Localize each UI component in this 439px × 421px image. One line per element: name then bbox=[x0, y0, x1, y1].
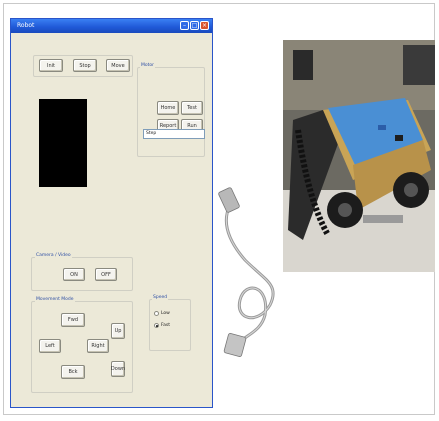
up-button[interactable]: Up bbox=[111, 323, 125, 339]
title-bar: Robot – □ × bbox=[11, 19, 212, 33]
window-controls: – □ × bbox=[180, 21, 209, 30]
stop-button[interactable]: Stop bbox=[73, 59, 97, 72]
window-title: Robot bbox=[17, 22, 35, 29]
speed-option-fast-label: Fast bbox=[161, 323, 171, 328]
left-button[interactable]: Left bbox=[39, 339, 61, 353]
speed-option-low[interactable]: Low bbox=[154, 311, 170, 316]
serial-cable-image bbox=[218, 187, 275, 357]
close-icon[interactable]: × bbox=[200, 21, 209, 30]
app-window: Robot – □ × Init Stop Move Motor Home Te… bbox=[10, 18, 213, 408]
forward-button[interactable]: Fwd bbox=[61, 313, 85, 327]
speed-option-low-label: Low bbox=[161, 311, 170, 316]
step-input[interactable]: Step bbox=[143, 129, 205, 139]
video-display bbox=[39, 99, 87, 187]
speed-option-fast[interactable]: Fast bbox=[154, 323, 170, 328]
radio-low[interactable] bbox=[154, 311, 159, 316]
camera-group-label: Camera / Video bbox=[35, 253, 72, 258]
camera-off-button[interactable]: OFF bbox=[95, 268, 117, 281]
maximize-icon[interactable]: □ bbox=[190, 21, 199, 30]
test-button[interactable]: Test bbox=[181, 101, 203, 115]
right-button[interactable]: Right bbox=[87, 339, 109, 353]
robot-photo bbox=[283, 40, 435, 272]
back-button[interactable]: Bck bbox=[61, 365, 85, 379]
down-button[interactable]: Down bbox=[111, 361, 125, 377]
camera-on-button[interactable]: ON bbox=[63, 268, 85, 281]
movement-group-label: Movement Mode bbox=[35, 297, 75, 302]
minimize-icon[interactable]: – bbox=[180, 21, 189, 30]
speed-group-label: Speed bbox=[152, 295, 169, 300]
motor-group-label: Motor bbox=[140, 63, 156, 68]
home-button[interactable]: Home bbox=[157, 101, 179, 115]
radio-fast[interactable] bbox=[154, 323, 159, 328]
move-button[interactable]: Move bbox=[106, 59, 130, 72]
init-button[interactable]: Init bbox=[39, 59, 63, 72]
